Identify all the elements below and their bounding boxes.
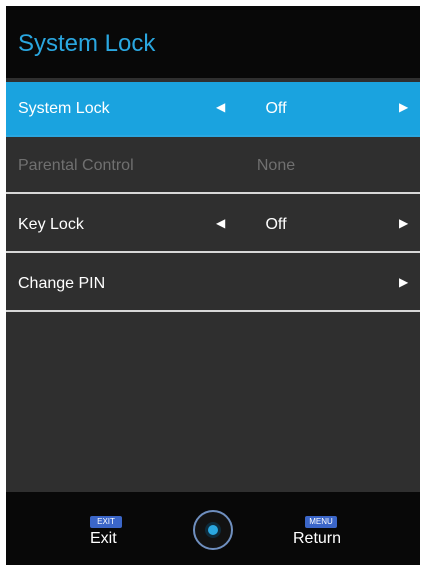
- menu-item-value: Off: [265, 216, 287, 233]
- page-title: System Lock: [18, 30, 156, 57]
- left-arrow-icon[interactable]: ◀: [216, 216, 225, 230]
- right-arrow-icon[interactable]: ▶: [399, 216, 408, 230]
- menu-header: System Lock: [6, 6, 420, 78]
- exit-key-badge: EXIT: [90, 516, 122, 528]
- menu-item-label: Parental Control: [18, 157, 134, 174]
- menu-item-label: Change PIN: [18, 275, 106, 292]
- menu-item-label: System Lock: [18, 100, 110, 117]
- menu-item-key-lock[interactable]: Key Lock ◀ Off ▶: [6, 198, 420, 253]
- right-arrow-icon[interactable]: ▶: [399, 100, 408, 114]
- right-arrow-icon[interactable]: ▶: [399, 275, 408, 289]
- exit-label: Exit: [90, 530, 117, 547]
- dpad-center-icon: [205, 522, 221, 538]
- menu-key-badge: MENU: [305, 516, 337, 528]
- menu-item-value: Off: [265, 100, 287, 117]
- menu-item-value: None: [256, 157, 296, 174]
- menu-footer: EXIT Exit MENU Return: [6, 492, 420, 565]
- return-label: Return: [293, 530, 342, 547]
- menu-item-parental-control: Parental Control None: [6, 139, 420, 194]
- left-arrow-icon[interactable]: ◀: [216, 100, 225, 114]
- dpad-icon: [193, 510, 233, 550]
- menu-item-system-lock[interactable]: System Lock ◀ Off ▶: [6, 82, 420, 137]
- tv-menu-screen: System Lock System Lock ◀ Off ▶ Parental…: [6, 6, 420, 565]
- menu-list: System Lock ◀ Off ▶ Parental Control Non…: [6, 78, 420, 492]
- menu-item-label: Key Lock: [18, 216, 84, 233]
- menu-item-change-pin[interactable]: Change PIN ▶: [6, 257, 420, 312]
